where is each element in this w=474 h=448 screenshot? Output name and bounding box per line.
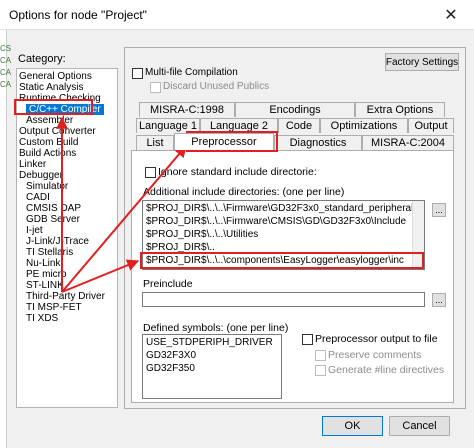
annotation-arrow-include: [61, 259, 140, 293]
annotation-arrow-preprocessor: [61, 145, 187, 293]
tab-preprocessor[interactable]: Preprocessor: [174, 133, 274, 150]
annotation-arrows: [56, 116, 187, 293]
